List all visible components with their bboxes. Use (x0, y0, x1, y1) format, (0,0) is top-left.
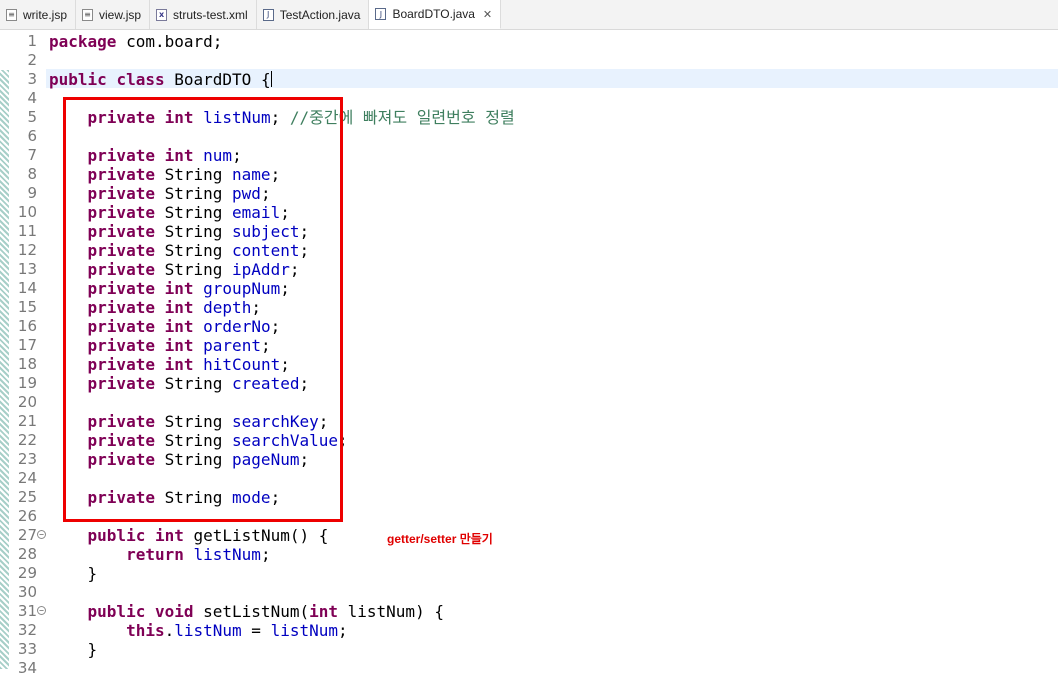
line-number: 22 (17, 431, 37, 449)
annotation-label: getter/setter 만들기 (387, 532, 493, 546)
line-number: 9 (27, 184, 37, 202)
line-number: 23 (17, 450, 37, 468)
tab-boarddto-java[interactable]: J BoardDTO.java ✕ (369, 0, 502, 29)
line-number: 30 (17, 583, 37, 601)
line-number: 26 (17, 507, 37, 525)
line-number: 21 (17, 412, 37, 430)
close-icon[interactable]: ✕ (483, 8, 492, 21)
line-number: 5 (27, 108, 37, 126)
line-number: 7 (27, 146, 37, 164)
line-number: 17 (17, 336, 37, 354)
line-number: 16 (17, 317, 37, 335)
tab-struts-test-xml[interactable]: x struts-test.xml (150, 0, 257, 29)
line-number: 32 (17, 621, 37, 639)
code-text: return listNum; (126, 545, 271, 564)
code-text: public class BoardDTO { (49, 70, 272, 89)
line-number: 15 (17, 298, 37, 316)
line-number: 19 (17, 374, 37, 392)
tab-label: BoardDTO.java (392, 7, 475, 21)
fold-toggle-icon[interactable]: − (37, 530, 46, 539)
line-number: 2 (27, 51, 37, 69)
tab-label: write.jsp (23, 7, 68, 22)
line-number: 25 (17, 488, 37, 506)
code-text: } (49, 640, 98, 659)
tab-label: TestAction.java (279, 7, 361, 22)
code-text: this.listNum = listNum; (126, 621, 348, 640)
line-number: 10 (17, 203, 37, 221)
line-number: 14 (17, 279, 37, 297)
tab-write-jsp[interactable]: ≡ write.jsp (0, 0, 77, 29)
fold-toggle-icon[interactable]: − (37, 606, 46, 615)
java-file-icon: J (262, 8, 274, 21)
line-number: 28 (17, 545, 37, 563)
line-number: 6 (27, 127, 37, 145)
line-number: 13 (17, 260, 37, 278)
tab-testaction-java[interactable]: J TestAction.java (257, 0, 370, 29)
annotation-box (63, 97, 343, 522)
editor-tab-bar: ≡ write.jsp ≡ view.jsp x struts-test.xml… (0, 0, 1058, 30)
line-number: 3 (27, 70, 37, 88)
line-number: 18 (17, 355, 37, 373)
jsp-file-icon: ≡ (82, 8, 94, 21)
jsp-file-icon: ≡ (6, 8, 17, 21)
line-number: 29 (17, 564, 37, 582)
line-number: 24 (17, 469, 37, 487)
java-file-icon: J (375, 8, 387, 20)
line-number: 1 (27, 32, 37, 50)
line-number: 4 (27, 89, 37, 107)
line-number: 11 (17, 222, 37, 240)
line-number: 31 (17, 602, 37, 620)
tab-view-jsp[interactable]: ≡ view.jsp (76, 0, 151, 29)
line-number: 33 (17, 640, 37, 658)
tab-label: view.jsp (99, 7, 142, 22)
line-number: 27 (17, 526, 37, 544)
code-text: package com.board; (49, 32, 223, 51)
xml-file-icon: x (156, 8, 168, 21)
line-number: 8 (27, 165, 37, 183)
code-text: public void setListNum(int listNum) { (87, 602, 444, 621)
code-text: public int getListNum() { (87, 526, 329, 545)
code-text: } (49, 564, 98, 583)
line-number: 12 (17, 241, 37, 259)
line-number: 20 (17, 393, 37, 411)
tab-label: struts-test.xml (173, 7, 248, 22)
text-cursor (270, 71, 272, 87)
